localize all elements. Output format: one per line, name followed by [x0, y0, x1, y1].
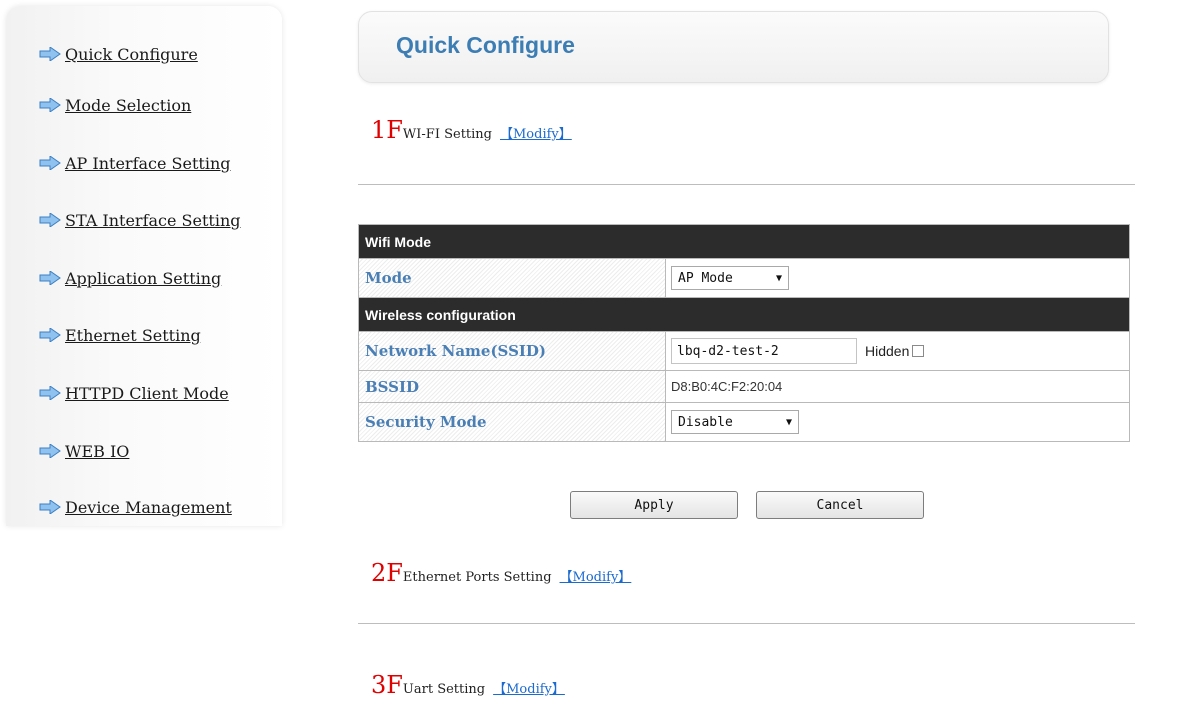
apply-button[interactable]: Apply	[570, 491, 738, 519]
arrow-right-icon	[39, 213, 61, 227]
sidebar-item-ap-interface-setting[interactable]: AP Interface Setting	[39, 151, 231, 175]
modify-link[interactable]: 【Modify】	[493, 678, 565, 697]
mode-select[interactable]: AP Mode ▼	[671, 266, 789, 290]
sidebar-item-httpd-client-mode[interactable]: HTTPD Client Mode	[39, 381, 229, 405]
wifi-mode-header: Wifi Mode	[359, 225, 1129, 259]
divider	[358, 184, 1135, 185]
arrow-right-icon	[39, 47, 61, 61]
sidebar-item-label: AP Interface Setting	[65, 153, 231, 173]
sidebar-item-sta-interface-setting[interactable]: STA Interface Setting	[39, 208, 241, 232]
cancel-button[interactable]: Cancel	[756, 491, 924, 519]
sidebar-item-ethernet-setting[interactable]: Ethernet Setting	[39, 323, 201, 347]
table-row: Network Name(SSID) lbq-d2-test-2 Hidden	[359, 332, 1129, 371]
table-row: Mode AP Mode ▼	[359, 259, 1129, 298]
table-row: Security Mode Disable ▼	[359, 403, 1129, 441]
ssid-input[interactable]: lbq-d2-test-2	[671, 338, 857, 364]
wifi-settings-table: Wifi Mode Mode AP Mode ▼ Wireless config…	[358, 224, 1130, 442]
page-title: Quick Configure	[396, 32, 575, 58]
section-heading-ethernet-ports: 2F Ethernet Ports Setting 【Modify】	[371, 559, 631, 587]
arrow-right-icon	[39, 500, 61, 514]
security-mode-label: Security Mode	[359, 403, 666, 441]
arrow-right-icon	[39, 156, 61, 170]
modify-link[interactable]: 【Modify】	[560, 566, 632, 585]
section-title: Ethernet Ports Setting	[402, 570, 552, 585]
arrow-right-icon	[39, 328, 61, 342]
section-number: 1F	[371, 116, 403, 144]
chevron-down-icon: ▼	[785, 416, 792, 428]
sidebar-item-label: STA Interface Setting	[65, 210, 241, 230]
sidebar-item-quick-configure[interactable]: Quick Configure	[39, 42, 198, 66]
page-header: Quick Configure	[358, 11, 1109, 83]
section-number: 3F	[371, 671, 403, 699]
arrow-right-icon	[39, 271, 61, 285]
security-mode-select[interactable]: Disable ▼	[671, 410, 799, 434]
sidebar: Quick Configure Mode Selection AP Interf…	[6, 6, 282, 526]
security-mode-value: Disable	[678, 414, 733, 430]
security-mode-cell: Disable ▼	[666, 403, 1129, 441]
bssid-value: D8:B0:4C:F2:20:04	[671, 378, 783, 394]
sidebar-item-label: Quick Configure	[65, 44, 198, 64]
arrow-right-icon	[39, 386, 61, 400]
mode-cell: AP Mode ▼	[666, 259, 1129, 298]
arrow-right-icon	[39, 444, 61, 458]
bssid-label: BSSID	[359, 371, 666, 403]
mode-select-value: AP Mode	[678, 270, 733, 286]
mode-label: Mode	[359, 259, 666, 298]
sidebar-item-label: Ethernet Setting	[65, 325, 201, 345]
sidebar-item-device-management[interactable]: Device Management	[39, 495, 232, 519]
section-number: 2F	[371, 559, 403, 587]
modify-link[interactable]: 【Modify】	[500, 123, 572, 142]
sidebar-item-label: HTTPD Client Mode	[65, 383, 229, 403]
hidden-checkbox[interactable]	[912, 345, 925, 357]
ssid-label: Network Name(SSID)	[359, 332, 666, 371]
table-row: BSSID D8:B0:4C:F2:20:04	[359, 371, 1129, 403]
arrow-right-icon	[39, 98, 61, 112]
bssid-cell: D8:B0:4C:F2:20:04	[666, 371, 1129, 403]
sidebar-item-label: Application Setting	[65, 268, 222, 288]
sidebar-item-label: WEB IO	[65, 441, 130, 461]
sidebar-item-mode-selection[interactable]: Mode Selection	[39, 93, 191, 117]
sidebar-item-label: Mode Selection	[65, 95, 192, 115]
hidden-option: Hidden	[865, 343, 925, 359]
wireless-config-header: Wireless configuration	[359, 298, 1129, 332]
section-title: WI-FI Setting	[402, 127, 492, 142]
table-section-header: Wifi Mode	[359, 225, 1129, 259]
sidebar-item-label: Device Management	[65, 497, 232, 517]
ssid-cell: lbq-d2-test-2 Hidden	[666, 332, 1129, 371]
section-title: Uart Setting	[402, 682, 486, 697]
section-heading-uart: 3F Uart Setting 【Modify】	[371, 671, 565, 699]
table-section-header: Wireless configuration	[359, 298, 1129, 332]
sidebar-item-application-setting[interactable]: Application Setting	[39, 266, 221, 290]
chevron-down-icon: ▼	[775, 272, 782, 284]
divider	[358, 623, 1135, 624]
sidebar-item-web-io[interactable]: WEB IO	[39, 439, 129, 463]
section-heading-wifi: 1F WI-FI Setting 【Modify】	[371, 116, 572, 144]
hidden-label: Hidden	[865, 343, 910, 359]
